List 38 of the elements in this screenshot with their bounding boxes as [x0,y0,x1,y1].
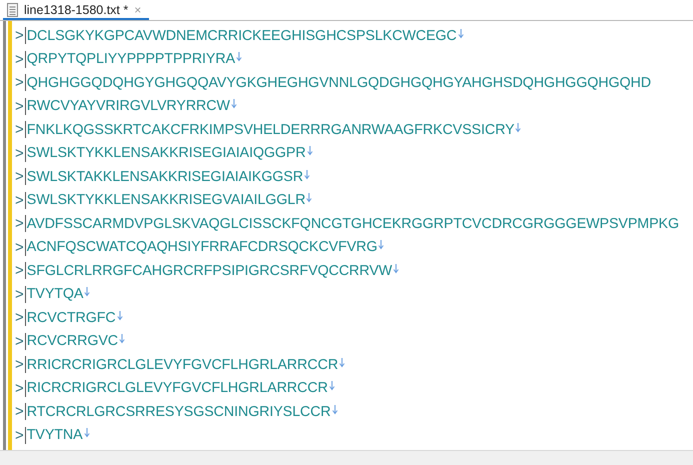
file-tab[interactable]: line1318-1580.txt * × [3,1,150,20]
line-prefix: > [15,426,24,444]
sequence-text: TVYTQA [26,286,84,302]
line-prefix: > [15,286,24,303]
line-prefix: > [15,98,24,115]
line-prefix: > [15,121,24,138]
sequence-text: SWLSKTYKKLENSAKKRISEGVAIAILGGLR [26,192,306,208]
sequence-text: SFGLCRLRRGFCAHGRCRFPSIPIGRCSRFVQCCRRVW [26,262,392,279]
line-prefix: > [15,192,24,209]
sequence-text: SWLSKTAKKLENSAKKRISEGIAIAIKGGSR [26,168,304,185]
sequence-text: QRPYTQPLIYYPPPPTPPRIYRA [26,51,236,68]
sequence-text: RCVCTRGFC [26,310,116,326]
document-icon [7,2,18,16]
sequence-text: DCLSGKYKGPCAVWDNEMCRRICKEEGHISGHCSPSLKCWCEGC [26,28,457,44]
line-prefix: > [15,50,24,68]
sequence-text: QHGHGGQDQHGYGHGQQAVYGKGHEGHGVNNLGQDGHGQHGYAHGHSDQHGHGGQHGQHD [26,74,651,91]
line-prefix: > [15,356,24,374]
sequence-text: RRICRCRIGRCLGLEVYFGVCFLHGRLARRCCR [26,356,338,373]
line-prefix: > [15,262,24,280]
sequence-text: AVDFSSCARMDVPGLSKVAQGLCISSCKFQNCGTGHCEKRGGRPTCVCDRCGRGGGEWPSVPMPKG [26,216,679,232]
line-prefix: > [15,74,24,92]
sequence-text: TVYTNA [26,427,83,444]
line-prefix: > [15,238,24,256]
line-prefix: > [15,27,24,44]
line-prefix: > [15,309,24,326]
line-prefix: > [15,168,24,186]
sequence-text: RCVCRRGVC [26,333,118,350]
line-prefix: > [15,403,24,420]
sequence-text: ACNFQSCWATCQAQHSIYFRRAFCDRSQCKCVFVRG [26,239,378,256]
sequence-text: RTCRCRLGRCSRRESYSGSCNINGRIYSLCCR [26,404,331,420]
line-prefix: > [15,380,24,397]
sequence-text: RWCVYAYVRIRGVLVRYRRCW [26,98,230,114]
sequence-text: SWLSKTYKKLENSAKKRISEGIAIAIQGGPR [26,145,306,162]
line-prefix: > [15,332,24,350]
line-prefix: > [15,215,24,232]
sequence-text: RICRCRIGRCLGLEVYFGVCFLHGRLARRCCR [26,380,328,396]
line-prefix: > [15,144,24,162]
sequence-text: FNKLKQGSSKRTCAKCFRKIMPSVHELDERRRGANRWAAGFRKCVSSICRY [26,122,514,138]
